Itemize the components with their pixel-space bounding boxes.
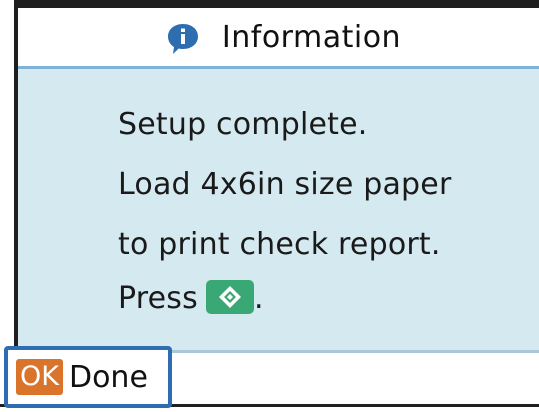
info-speech-bubble-icon [166,22,200,56]
press-period: . [253,281,264,316]
screen-top-border [14,0,539,8]
start-diamond-icon [205,279,254,314]
message-panel: Setup complete. Load 4x6in size paper to… [18,69,539,350]
message-line-1: Setup complete. [118,107,368,142]
dialog-title: Information [221,19,402,55]
press-text: Press [118,281,198,316]
done-label: Done [68,359,148,395]
message-line-4: Press . [118,279,264,317]
ok-key-badge: OK [16,359,63,395]
ok-done-button[interactable]: OK Done [4,346,172,408]
printer-lcd-screen: Information Setup complete. Load 4x6in s… [0,0,539,412]
message-line-2: Load 4x6in size paper [118,167,452,202]
dialog-header: Information [18,8,539,66]
message-line-3: to print check report. [118,227,441,262]
